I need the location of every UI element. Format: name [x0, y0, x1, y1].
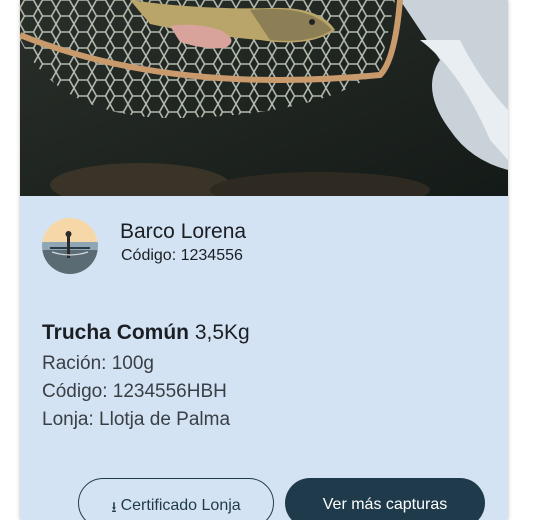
download-icon: ⭳: [111, 499, 117, 516]
boat-info: Barco Lorena Código: 1234556: [42, 218, 482, 274]
certificate-button[interactable]: ⭳ Certificado Lonja: [78, 478, 274, 520]
catch-weight: 3,5Kg: [194, 321, 250, 344]
boat-avatar[interactable]: [42, 218, 98, 274]
boat-name: Barco Lorena: [120, 220, 247, 243]
catch-ration: Ración: 100g: [42, 353, 154, 374]
catch-title: Trucha Común 3,5Kg: [42, 321, 250, 345]
catch-market: Lonja: Llotja de Palma: [42, 409, 231, 430]
catch-species: Trucha Común: [42, 321, 190, 344]
boat-code: Código: 1234556: [121, 247, 243, 264]
certificate-button-label: Certificado Lonja: [120, 497, 241, 514]
catch-code: Código: 1234556HBH: [42, 381, 227, 402]
catch-photo: [20, 0, 508, 196]
more-catches-button-label: Ver más capturas: [322, 496, 448, 513]
more-catches-button[interactable]: Ver más capturas: [285, 478, 485, 520]
catch-card: Barco Lorena Código: 1234556 Trucha Comú…: [20, 0, 508, 520]
